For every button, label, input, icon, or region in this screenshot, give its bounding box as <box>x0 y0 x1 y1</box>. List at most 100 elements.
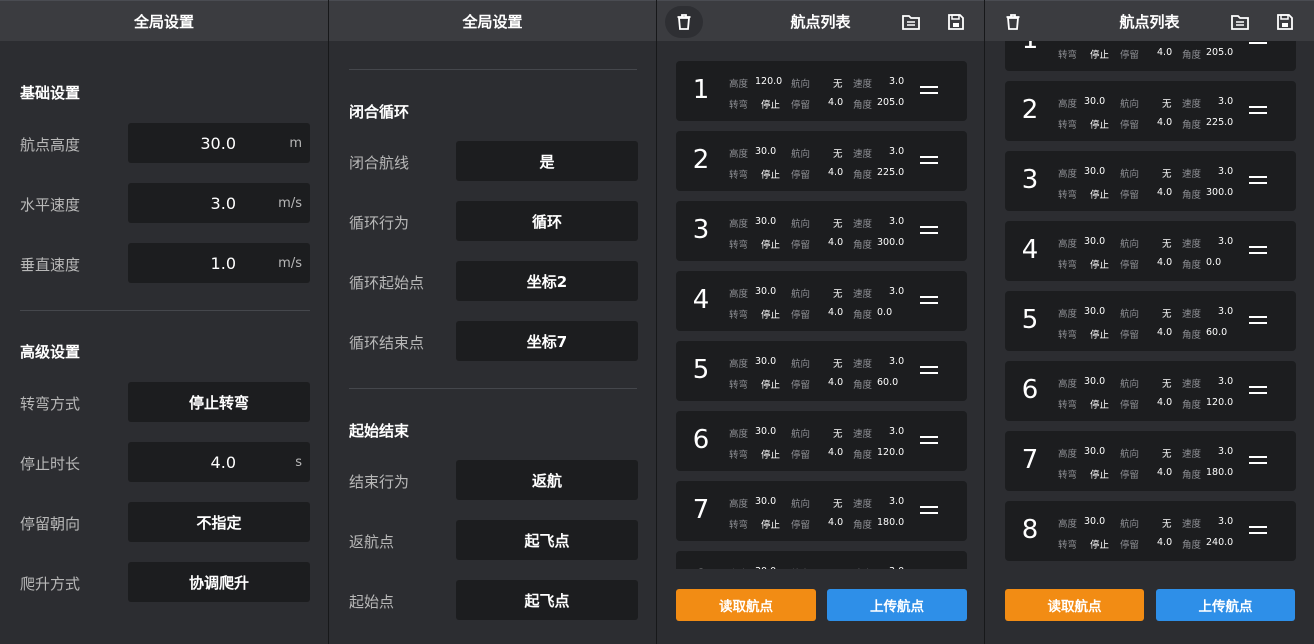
heading-select[interactable]: 不指定 <box>128 502 310 542</box>
end-action-select[interactable]: 返航 <box>456 460 638 500</box>
waypoint-card[interactable]: 7 高度 30.0 航向 无速度 3.0 转弯 停止 停留 4.0 角度 180.0 <box>676 481 967 541</box>
waypoint-num: 2 <box>692 145 710 175</box>
drag-handle-icon[interactable] <box>920 296 938 306</box>
waypoint-alt-value: 30.0 <box>755 216 777 227</box>
waypoint-card[interactable]: 6 高度 30.0 航向 无速度 3.0 转弯 停止 停留 4.0 角度 120.0 <box>676 411 967 471</box>
waypoint-turn-value: 停止 <box>761 170 781 181</box>
waypoint-stay-label: 停留 <box>791 380 811 391</box>
waypoint-heading-value: 无 <box>1162 239 1172 250</box>
waypoint-angle-label: 角度 <box>853 450 873 461</box>
waypoint-num: 1 <box>692 75 710 105</box>
return-point-select[interactable]: 起飞点 <box>456 520 638 560</box>
drag-handle-icon[interactable] <box>920 226 938 236</box>
panel-header: 全局设置 <box>0 0 328 41</box>
drag-handle-icon[interactable] <box>1249 106 1267 116</box>
waypoint-card[interactable]: 2 高度 30.0 航向 无速度 3.0 转弯 停止 停留 4.0 角度 225.0 <box>676 131 967 191</box>
section-divider <box>349 69 637 70</box>
waypoint-angle-label: 角度 <box>853 240 873 251</box>
drag-handle-icon[interactable] <box>1249 456 1267 466</box>
loop-end-select[interactable]: 坐标7 <box>456 321 638 361</box>
end-action-label: 结束行为 <box>349 473 410 491</box>
altitude-input[interactable]: 30.0 m <box>128 123 310 163</box>
waypoint-speed-label: 速度 <box>853 219 873 230</box>
waypoint-list[interactable]: 1高度120.0航向无速度3.0转弯停止停留4.0角度205.0 2高度30.0航… <box>985 41 1314 569</box>
loop-start-select[interactable]: 坐标2 <box>456 261 638 301</box>
waypoint-card[interactable]: 4 高度 30.0 航向 无速度 3.0 转弯 停止 停留 4.0 角度 0.0 <box>676 271 967 331</box>
waypoint-card[interactable]: 6 高度 30.0 航向 无速度 3.0 转弯 停止 停留 4.0 角度 120.0 <box>1005 361 1296 421</box>
start-point-label: 起始点 <box>349 593 395 611</box>
trash-icon[interactable] <box>1002 11 1024 33</box>
waypoint-num: 3 <box>1021 165 1039 195</box>
waypoint-alt-label: 高度 <box>1058 169 1078 180</box>
waypoint-card[interactable]: 1高度120.0航向无速度3.0转弯停止停留4.0角度205.0 <box>1005 41 1296 71</box>
climb-select[interactable]: 协调爬升 <box>128 562 310 602</box>
drag-handle-icon[interactable] <box>920 86 938 96</box>
waypoint-speed-value: 3.0 <box>889 76 905 87</box>
waypoint-stay-label: 停留 <box>791 100 811 111</box>
waypoint-turn-value: 停止 <box>1090 470 1110 481</box>
waypoint-angle-label: 角度 <box>1182 120 1202 131</box>
waypoint-heading-label: 航向 <box>791 359 811 370</box>
read-waypoints-button[interactable]: 读取航点 <box>676 589 816 621</box>
waypoint-heading-label: 航向 <box>791 79 811 90</box>
folder-icon[interactable] <box>1229 11 1251 33</box>
waypoint-angle-value: 300.0 <box>1206 187 1234 198</box>
waypoint-card[interactable]: 3 高度 30.0 航向 无速度 3.0 转弯 停止 停留 4.0 角度 300.0 <box>1005 151 1296 211</box>
waypoint-card[interactable]: 8高度30.0航向无速度3.0转弯停止停留4.0角度240.0 <box>1005 501 1296 561</box>
waypoint-speed-label: 速度 <box>853 79 873 90</box>
hspeed-input[interactable]: 3.0 m/s <box>128 183 310 223</box>
folder-icon[interactable] <box>900 11 922 33</box>
drag-handle-icon[interactable] <box>1249 176 1267 186</box>
stop-time-value: 4.0 <box>210 452 236 472</box>
waypoint-card[interactable]: 1高度120.0航向无速度3.0转弯停止停留4.0角度205.0 <box>676 61 967 121</box>
waypoint-card[interactable]: 3 高度 30.0 航向 无速度 3.0 转弯 停止 停留 4.0 角度 300.0 <box>676 201 967 261</box>
waypoint-list-panel-top: 航点列表 1 高度 120.0 航向无速度 3.0 转弯 停止 停留 4.0 角度 205.0 2 高度… <box>657 0 984 644</box>
upload-waypoints-button[interactable]: 上传航点 <box>827 589 967 621</box>
upload-waypoints-button[interactable]: 上传航点 <box>1156 589 1295 621</box>
waypoint-num: 1 <box>1015 41 1045 55</box>
drag-handle-icon[interactable] <box>920 506 938 516</box>
drag-handle-icon[interactable] <box>920 366 938 376</box>
save-icon[interactable] <box>1274 11 1296 33</box>
close-route-select[interactable]: 是 <box>456 141 638 181</box>
drag-handle-icon[interactable] <box>1249 316 1267 326</box>
waypoint-heading-value: 无 <box>1162 519 1172 530</box>
start-point-select[interactable]: 起飞点 <box>456 580 638 620</box>
vspeed-input[interactable]: 1.0 m/s <box>128 243 310 283</box>
waypoint-list-panel-scrolled: 航点列表 1高度120.0航向无速度3.0转弯停止停留4.0角度205.0 2高度… <box>985 0 1314 644</box>
section-divider <box>20 310 310 311</box>
waypoint-angle-label: 角度 <box>1182 540 1202 551</box>
waypoint-turn-label: 转弯 <box>729 170 749 181</box>
save-icon[interactable] <box>945 11 967 33</box>
waypoint-alt-value: 30.0 <box>755 426 777 437</box>
waypoint-stay-value: 4.0 <box>1157 257 1173 268</box>
loop-action-label: 循环行为 <box>349 214 410 232</box>
drag-handle-icon[interactable] <box>1249 386 1267 396</box>
waypoint-card[interactable]: 8高度30.0航向无速度3.0转弯停止停留4.0角度240.0 <box>676 551 967 569</box>
waypoint-alt-label: 高度 <box>729 499 749 510</box>
drag-handle-icon[interactable] <box>1249 41 1267 46</box>
trash-icon[interactable] <box>673 11 695 33</box>
waypoint-stay-label: 停留 <box>1120 330 1140 341</box>
loop-action-select[interactable]: 循环 <box>456 201 638 241</box>
waypoint-card[interactable]: 2 高度 30.0 航向 无速度 3.0 转弯 停止 停留 4.0 角度 225.0 <box>1005 81 1296 141</box>
waypoint-card[interactable]: 7 高度 30.0 航向 无速度 3.0 转弯 停止 停留 4.0 角度 180.0 <box>1005 431 1296 491</box>
climb-label: 爬升方式 <box>20 575 81 593</box>
panel-title: 航点列表 <box>1119 12 1180 31</box>
drag-handle-icon[interactable] <box>1249 246 1267 256</box>
waypoint-list[interactable]: 1高度120.0航向无速度3.0转弯停止停留4.0角度205.02高度30.0航… <box>657 41 984 569</box>
waypoint-card[interactable]: 5 高度 30.0 航向 无速度 3.0 转弯 停止 停留 4.0 角度 60.0 <box>1005 291 1296 351</box>
drag-handle-icon[interactable] <box>920 436 938 446</box>
drag-handle-icon[interactable] <box>1249 526 1267 536</box>
waypoint-alt-value: 30.0 <box>1084 376 1106 387</box>
waypoint-card[interactable]: 5 高度 30.0 航向 无速度 3.0 转弯 停止 停留 4.0 角度 60.0 <box>676 341 967 401</box>
drag-handle-icon[interactable] <box>920 156 938 166</box>
waypoint-alt-value: 30.0 <box>755 566 776 569</box>
turn-mode-select[interactable]: 停止转弯 <box>128 382 310 422</box>
waypoint-speed-value: 3.0 <box>1218 376 1234 387</box>
waypoint-turn-value: 停止 <box>1090 190 1110 201</box>
read-waypoints-button[interactable]: 读取航点 <box>1005 589 1144 621</box>
turn-mode-label: 转弯方式 <box>20 395 81 413</box>
waypoint-card[interactable]: 4 高度 30.0 航向 无速度 3.0 转弯 停止 停留 4.0 角度 0.0 <box>1005 221 1296 281</box>
stop-time-input[interactable]: 4.0 s <box>128 442 310 482</box>
